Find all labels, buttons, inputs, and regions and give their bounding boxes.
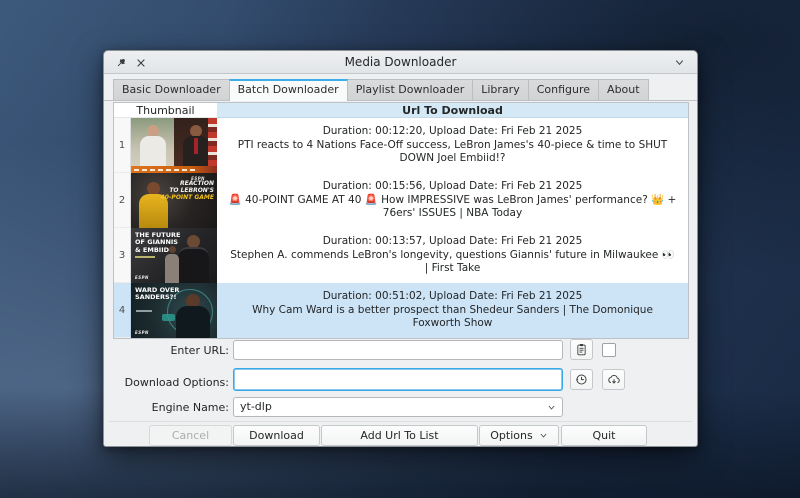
table-row-thumbnail-cell[interactable]: WARD OVER SANDERS?! ESPN (131, 283, 217, 338)
engine-name-select[interactable]: yt-dlp (233, 397, 563, 417)
media-downloader-window: Media Downloader Basic Downloader Batch … (103, 50, 698, 447)
video-title: PTI reacts to 4 Nations Face-Off success… (227, 139, 678, 166)
chevron-down-icon (547, 403, 556, 412)
row-number: 2 (114, 173, 131, 228)
table-row-selected[interactable]: Duration: 00:51:02, Upload Date: Fri Feb… (217, 283, 688, 338)
table-row[interactable]: Duration: 00:13:57, Upload Date: Fri Feb… (217, 228, 688, 283)
desktop-wallpaper: Media Downloader Basic Downloader Batch … (0, 0, 800, 498)
tab-bar: Basic Downloader Batch Downloader Playli… (104, 79, 697, 101)
row-number: 4 (114, 283, 131, 338)
tab-basic-downloader[interactable]: Basic Downloader (113, 79, 230, 100)
video-thumbnail-pti (131, 118, 217, 173)
video-title: Why Cam Ward is a better prospect than S… (227, 304, 678, 331)
espn-logo: ESPN (191, 176, 205, 181)
espn-logo: ESPN (135, 275, 149, 280)
video-duration: Duration: 00:13:57, Upload Date: Fri Feb… (227, 235, 678, 249)
video-duration: Duration: 00:51:02, Upload Date: Fri Feb… (227, 290, 678, 304)
history-icon-button[interactable] (570, 369, 593, 390)
table-row-thumbnail-cell[interactable]: THE FUTURE OF GIANNIS & EMBIID ESPN (131, 228, 217, 283)
thumb-caption-line: TO LEBRON'S (161, 187, 214, 194)
table-row-thumbnail-cell[interactable] (131, 118, 217, 173)
table-row-thumbnail-cell[interactable]: REACTION TO LEBRON'S 40-POINT GAME ESPN (131, 173, 217, 228)
thumb-caption-line: REACTION (161, 180, 214, 187)
monitor-clipboard-checkbox[interactable] (602, 343, 616, 357)
enter-url-input[interactable] (233, 340, 563, 360)
cancel-button[interactable]: Cancel (149, 425, 232, 446)
thumb-caption-line: & EMBIID (135, 247, 180, 254)
download-options-label: Download Options: (104, 376, 229, 389)
footer-separator (109, 421, 692, 422)
tab-configure[interactable]: Configure (528, 79, 599, 100)
thumb-caption-line: SANDERS?! (135, 294, 179, 301)
chevron-down-icon (539, 431, 548, 440)
tab-playlist-downloader[interactable]: Playlist Downloader (347, 79, 474, 100)
download-options-input[interactable] (233, 368, 563, 391)
tab-library[interactable]: Library (472, 79, 528, 100)
video-thumbnail-lebron-reaction: REACTION TO LEBRON'S 40-POINT GAME ESPN (131, 173, 217, 228)
video-title: 🚨 40-POINT GAME AT 40 🚨 How IMPRESSIVE w… (227, 194, 678, 221)
table-row[interactable]: Duration: 00:12:20, Upload Date: Fri Feb… (217, 118, 688, 173)
window-title: Media Downloader (104, 51, 697, 74)
video-title: Stephen A. commends LeBron's longevity, … (227, 249, 678, 276)
thumb-caption-line: 40-POINT GAME (161, 194, 214, 201)
espn-logo: ESPN (135, 330, 149, 335)
quit-button[interactable]: Quit (561, 425, 647, 446)
column-header-thumbnail[interactable]: Thumbnail (114, 103, 217, 118)
row-number: 1 (114, 118, 131, 173)
titlebar[interactable]: Media Downloader (104, 51, 697, 74)
video-thumbnail-giannis-embiid: THE FUTURE OF GIANNIS & EMBIID ESPN (131, 228, 217, 283)
video-thumbnail-ward-sanders: WARD OVER SANDERS?! ESPN (131, 283, 217, 338)
tab-about[interactable]: About (598, 79, 649, 100)
table-row[interactable]: Duration: 00:15:56, Upload Date: Fri Feb… (217, 173, 688, 228)
download-button[interactable]: Download (233, 425, 320, 446)
tab-batch-downloader[interactable]: Batch Downloader (229, 79, 348, 101)
video-duration: Duration: 00:12:20, Upload Date: Fri Feb… (227, 125, 678, 139)
paste-clipboard-button[interactable] (570, 339, 593, 360)
chevron-down-icon[interactable] (672, 55, 687, 70)
engine-name-value: yt-dlp (240, 400, 272, 413)
options-button-label: Options (490, 429, 532, 442)
engine-name-label: Engine Name: (104, 401, 229, 414)
add-url-to-list-button[interactable]: Add Url To List (321, 425, 478, 446)
download-list-table: Thumbnail Url To Download 1 Duration: 00… (113, 102, 689, 339)
column-header-url[interactable]: Url To Download (217, 103, 688, 118)
row-number: 3 (114, 228, 131, 283)
cloud-download-icon-button[interactable] (602, 369, 625, 390)
enter-url-label: Enter URL: (104, 344, 229, 357)
video-duration: Duration: 00:15:56, Upload Date: Fri Feb… (227, 180, 678, 194)
options-button[interactable]: Options (479, 425, 559, 446)
